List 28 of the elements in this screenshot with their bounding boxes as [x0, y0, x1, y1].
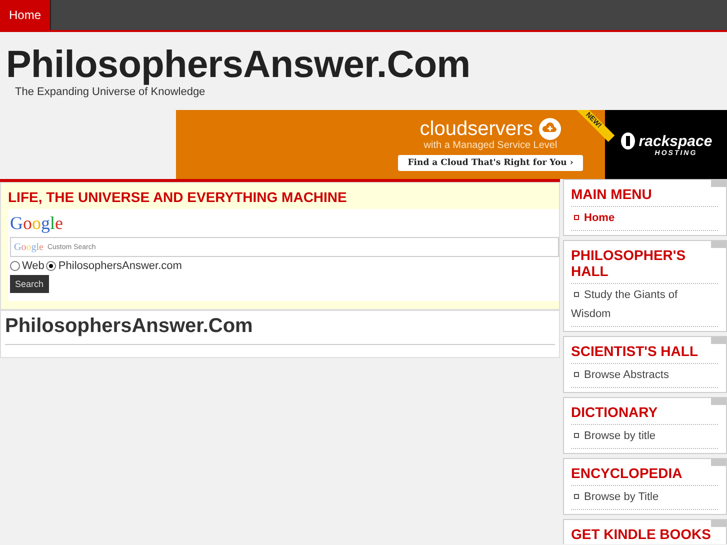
- radio-button[interactable]: [46, 261, 56, 271]
- site-title: PhilosophersAnswer.Com: [6, 44, 472, 86]
- sidebar-link[interactable]: Home: [571, 207, 718, 231]
- sidebar-link[interactable]: Study the Giants of Wisdom: [571, 284, 718, 327]
- radio-button[interactable]: [10, 261, 20, 271]
- ad-subline: with a Managed Service Level: [424, 140, 558, 151]
- figure-logo-icon: [620, 132, 636, 150]
- widget-title: DICTIONARY: [571, 404, 718, 425]
- sidebar-link[interactable]: Browse by Title: [571, 486, 718, 510]
- radio-label: Web: [22, 260, 44, 272]
- radio-label: PhilosophersAnswer.com: [58, 260, 182, 272]
- sidebar-link[interactable]: Browse Abstracts: [571, 364, 718, 388]
- widget-title: MAIN MENU: [571, 186, 718, 207]
- nav-tab[interactable]: Home: [0, 0, 52, 30]
- sidebar-link[interactable]: Browse by title: [571, 425, 718, 449]
- page-heading: PhilosophersAnswer.Com: [5, 315, 555, 345]
- site-tagline: The Expanding Universe of Knowledge: [15, 86, 206, 98]
- widget-title: SCIENTIST'S HALL: [571, 343, 718, 364]
- ad-brand: rackspace: [638, 132, 712, 150]
- widget-title: ENCYCLOPEDIA: [571, 465, 718, 486]
- ad-button[interactable]: Find a Cloud That's Right for You ›: [398, 155, 584, 171]
- widget-title: PHILOSOPHER'S HALL: [571, 247, 718, 284]
- section-heading: LIFE, THE UNIVERSE AND EVERYTHING MACHINE: [8, 189, 348, 205]
- ad-headline: cloudservers: [420, 118, 534, 140]
- cloud-plus-icon: [539, 118, 562, 140]
- widget-title: GET KINDLE BOOKS: [571, 526, 718, 544]
- search-button[interactable]: Search: [10, 275, 49, 293]
- google-logo: Google: [10, 213, 64, 234]
